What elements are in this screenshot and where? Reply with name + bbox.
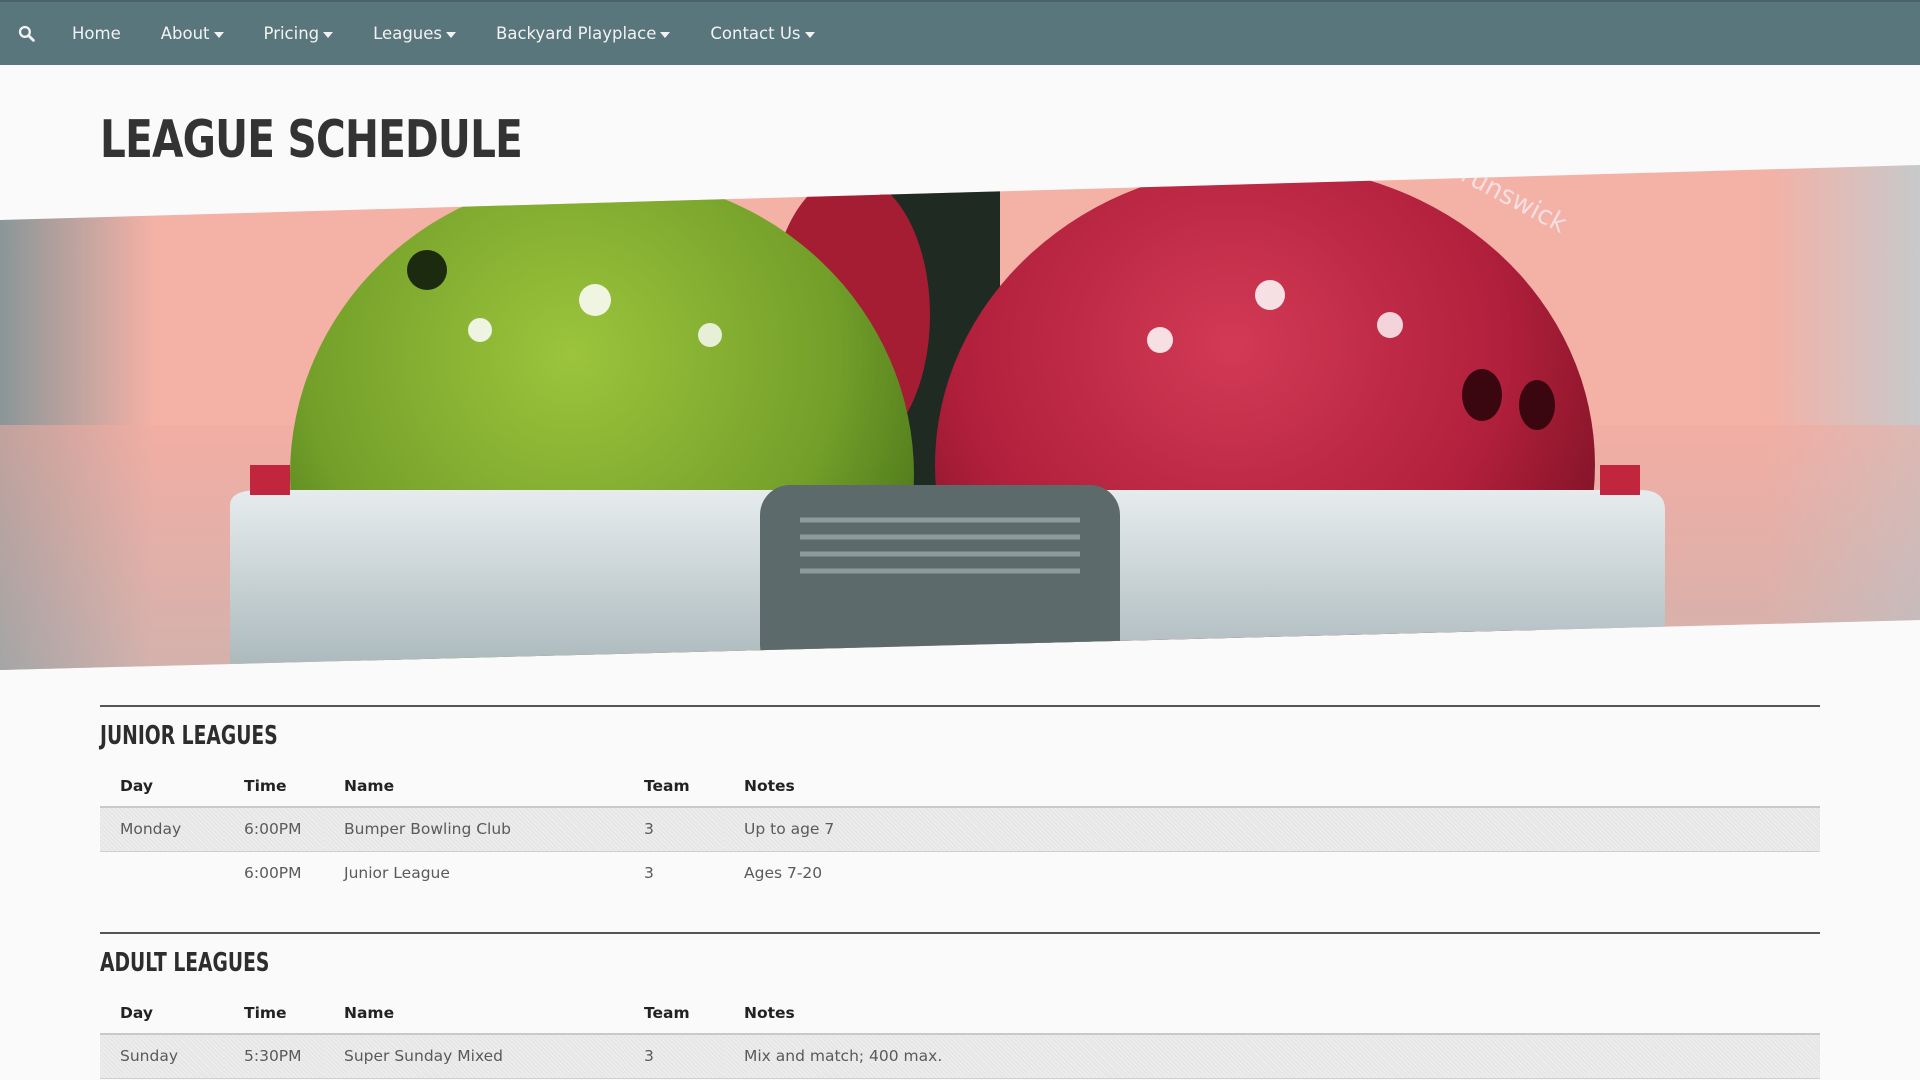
caret-down-icon bbox=[213, 31, 224, 38]
column-header-team: Team bbox=[624, 992, 724, 1035]
column-header-notes: Notes bbox=[724, 765, 1820, 808]
section-divider bbox=[100, 705, 1820, 707]
search-button[interactable] bbox=[0, 2, 52, 65]
nav-backyard-playplace[interactable]: Backyard Playplace bbox=[476, 2, 690, 65]
section-divider bbox=[100, 932, 1820, 934]
table-header-row: Day Time Name Team Notes bbox=[100, 992, 1820, 1035]
table-row: Sunday 5:30PM Super Sunday Mixed 3 Mix a… bbox=[100, 1034, 1820, 1079]
cell-time: 5:30PM bbox=[224, 1034, 324, 1079]
adult-leagues-table: Day Time Name Team Notes Sunday 5:30PM S… bbox=[100, 992, 1820, 1079]
nav-pricing[interactable]: Pricing bbox=[244, 2, 354, 65]
nav-about-label: About bbox=[160, 24, 210, 43]
adult-leagues-title: ADULT LEAGUES bbox=[100, 948, 270, 978]
caret-down-icon bbox=[660, 31, 671, 38]
column-header-day: Day bbox=[100, 765, 224, 808]
column-header-name: Name bbox=[324, 992, 624, 1035]
nav-home-label: Home bbox=[72, 24, 121, 43]
search-icon bbox=[18, 25, 35, 42]
cell-notes: Mix and match; 400 max. bbox=[724, 1034, 1820, 1079]
caret-down-icon bbox=[323, 31, 334, 38]
caret-down-icon bbox=[446, 31, 457, 38]
column-header-time: Time bbox=[224, 765, 324, 808]
nav-leagues-label: Leagues bbox=[373, 24, 443, 43]
nav-backyard-playplace-label: Backyard Playplace bbox=[496, 24, 657, 43]
junior-leagues-table: Day Time Name Team Notes Monday 6:00PM B… bbox=[100, 765, 1820, 895]
nav-contact-us[interactable]: Contact Us bbox=[690, 2, 834, 65]
page-title: LEAGUE SCHEDULE bbox=[100, 110, 523, 170]
column-header-notes: Notes bbox=[724, 992, 1820, 1035]
table-row: 6:00PM Junior League 3 Ages 7-20 bbox=[100, 851, 1820, 895]
adult-leagues-section: ADULT LEAGUES Day Time Name Team Notes S… bbox=[100, 932, 1820, 1079]
nav-pricing-label: Pricing bbox=[263, 24, 320, 43]
top-navbar: Home About Pricing Leagues Backyard Play… bbox=[0, 0, 1920, 65]
nav-about[interactable]: About bbox=[141, 2, 244, 65]
junior-leagues-section: JUNIOR LEAGUES Day Time Name Team Notes … bbox=[100, 705, 1820, 895]
cell-time: 6:00PM bbox=[224, 807, 324, 852]
bowling-balls-illustration: Brunswick bbox=[0, 165, 1920, 670]
column-header-day: Day bbox=[100, 992, 224, 1035]
cell-team: 3 bbox=[644, 864, 654, 883]
cell-team: 3 bbox=[624, 1034, 724, 1079]
caret-down-icon bbox=[804, 31, 815, 38]
cell-day: Sunday bbox=[100, 1034, 224, 1079]
column-header-time: Time bbox=[224, 992, 324, 1035]
cell-time: 6:00PM bbox=[244, 864, 302, 883]
cell-name: Bumper Bowling Club bbox=[324, 807, 624, 852]
hero-banner-image: Brunswick bbox=[0, 165, 1920, 670]
table-row: Monday 6:00PM Bumper Bowling Club 3 Up t… bbox=[100, 807, 1820, 852]
cell-notes: Ages 7-20 bbox=[744, 864, 823, 883]
junior-leagues-title: JUNIOR LEAGUES bbox=[100, 721, 278, 751]
cell-day bbox=[100, 851, 224, 895]
table-header-row: Day Time Name Team Notes bbox=[100, 765, 1820, 808]
cell-name: Super Sunday Mixed bbox=[324, 1034, 624, 1079]
column-header-name: Name bbox=[324, 765, 624, 808]
nav-leagues[interactable]: Leagues bbox=[353, 2, 476, 65]
cell-team: 3 bbox=[624, 807, 724, 852]
column-header-team: Team bbox=[624, 765, 724, 808]
cell-name: Junior League bbox=[344, 864, 450, 883]
nav-home[interactable]: Home bbox=[52, 2, 141, 65]
cell-day: Monday bbox=[100, 807, 224, 852]
nav-contact-us-label: Contact Us bbox=[710, 24, 801, 43]
cell-notes: Up to age 7 bbox=[724, 807, 1820, 852]
